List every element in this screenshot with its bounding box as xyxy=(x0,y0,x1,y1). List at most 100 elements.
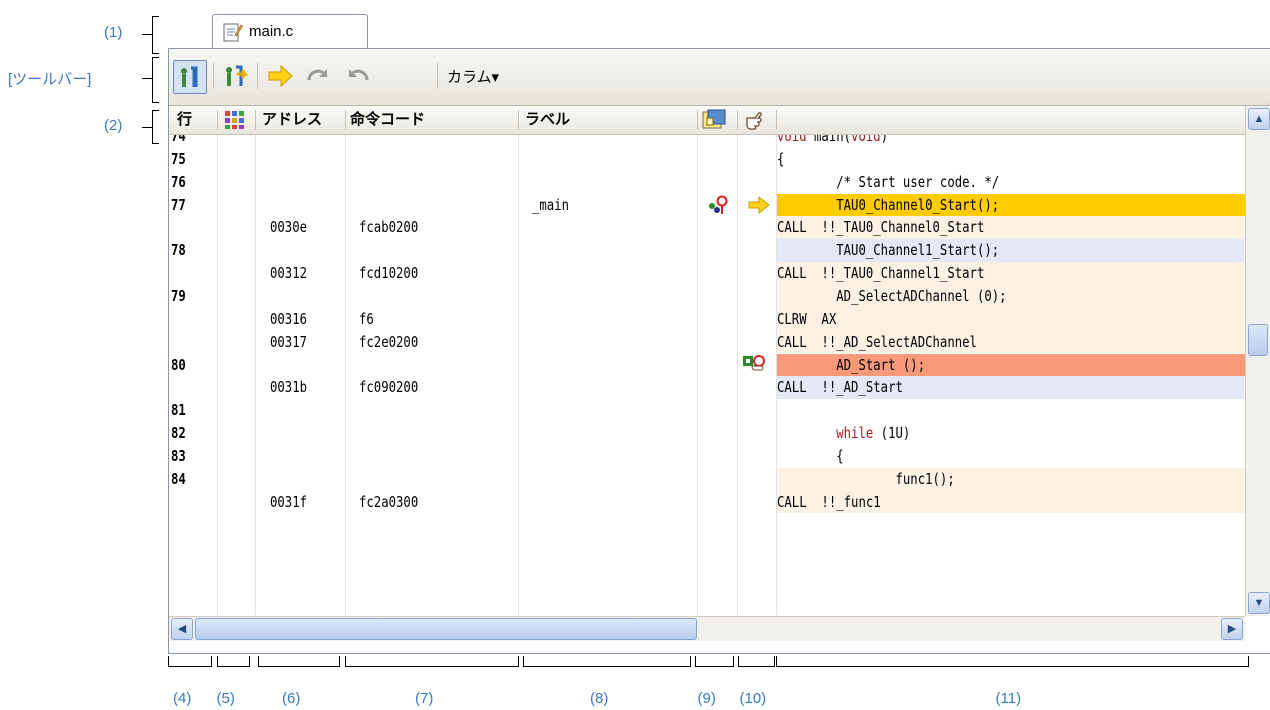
source-cell: { xyxy=(777,446,844,465)
header-line[interactable]: 行 xyxy=(177,106,192,134)
table-row[interactable]: 82 while (1U) xyxy=(169,422,1245,445)
header-divider[interactable] xyxy=(776,110,777,130)
instruction-code-cell: fc2a0300 xyxy=(359,492,419,511)
callout-toolbar: [ツールバー] xyxy=(8,71,92,88)
source-cell: TAU0_Channel0_Start(); xyxy=(777,195,1000,214)
line-number: 81 xyxy=(171,401,186,420)
header-divider[interactable] xyxy=(737,110,738,130)
vertical-scrollbar[interactable]: ▲ ▼ xyxy=(1245,106,1270,616)
source-cell: CALL !!_AD_SelectADChannel xyxy=(777,332,977,351)
scroll-right-button[interactable]: ▶ xyxy=(1221,618,1243,640)
breakpoint-hand-icon[interactable] xyxy=(741,352,769,380)
source-cell: CLRW AX xyxy=(777,309,837,328)
header-divider[interactable] xyxy=(697,110,698,130)
address-cell: 00317 xyxy=(270,332,308,351)
row-highlight xyxy=(777,307,1245,331)
callout-2: (2) xyxy=(104,117,123,134)
line-number: 74 xyxy=(171,135,186,145)
toolbar: カラム▾ xyxy=(169,49,1270,106)
source-cell: AD_SelectADChannel (0); xyxy=(777,286,1007,305)
scroll-down-button[interactable]: ▼ xyxy=(1248,592,1270,614)
source-display-button[interactable] xyxy=(219,60,251,92)
header-divider[interactable] xyxy=(518,110,519,130)
source-cell: while (1U) xyxy=(836,424,911,443)
line-number: 76 xyxy=(171,172,186,191)
table-row[interactable]: 0030e fcab0200 CALL !!_TAU0_Channel0_Start xyxy=(169,216,1245,240)
table-row[interactable]: 76 /* Start user code. */ xyxy=(169,171,1245,194)
table-row[interactable]: 78 TAU0_Channel1_Start(); xyxy=(169,239,1245,263)
table-row[interactable]: 00317 fc2e0200 CALL !!_AD_SelectADChannel xyxy=(169,330,1245,354)
scroll-up-button[interactable]: ▲ xyxy=(1248,108,1270,130)
table-row[interactable]: 84 func1(); xyxy=(169,467,1245,491)
table-row[interactable]: 75 { xyxy=(169,148,1245,171)
table-row[interactable]: 81 xyxy=(169,399,1245,422)
callout-bottom-label: (11) xyxy=(995,690,1022,707)
line-number: 80 xyxy=(171,355,186,374)
callout-bottom-label: (4) xyxy=(173,690,192,707)
header-code[interactable]: 命令コード xyxy=(350,106,425,134)
forward-button[interactable] xyxy=(303,60,335,92)
table-row[interactable]: 79 AD_SelectADChannel (0); xyxy=(169,284,1245,308)
source-cell: CALL !!_func1 xyxy=(777,492,881,511)
horizontal-scroll-thumb[interactable] xyxy=(195,618,697,640)
table-row[interactable]: 00312 fcd10200 CALL !!_TAU0_Channel1_Start xyxy=(169,262,1245,285)
header-addr-icon-cell[interactable] xyxy=(224,106,246,134)
address-cell: 00316 xyxy=(270,309,308,328)
line-number: 83 xyxy=(171,446,186,465)
label-cell: _main xyxy=(532,195,570,214)
table-row[interactable]: 00316 f6 CLRW AX xyxy=(169,307,1245,331)
header-divider[interactable] xyxy=(255,110,256,130)
back-button[interactable] xyxy=(341,60,373,92)
tab-main-c[interactable]: main.c xyxy=(212,14,368,49)
table-row[interactable]: 80 AD_Start (); xyxy=(169,352,1245,380)
line-number: 82 xyxy=(171,424,186,443)
source-cell: CALL !!_TAU0_Channel1_Start xyxy=(777,264,985,283)
callout-bottom-label: (8) xyxy=(590,690,609,707)
source-cell: /* Start user code. */ xyxy=(777,172,1000,191)
source-cell: CALL !!_AD_Start xyxy=(777,378,903,397)
line-number: 78 xyxy=(171,241,186,260)
toolbar-separator xyxy=(213,63,214,89)
column-menu-button[interactable]: カラム▾ xyxy=(447,66,499,87)
redo-icon xyxy=(307,69,328,81)
callout-bottom-label: (6) xyxy=(282,690,301,707)
address-cell: 0031f xyxy=(270,492,308,511)
source-cell: void main(void) xyxy=(777,135,888,148)
callout-bottom-label: (7) xyxy=(415,690,434,707)
line-number: 84 xyxy=(171,469,186,488)
horizontal-scrollbar[interactable]: ◀ ▶ xyxy=(169,616,1245,641)
callout-bottom-label: (9) xyxy=(697,690,716,707)
table-row[interactable]: 74 void main(void) xyxy=(169,135,1245,148)
line-number: 75 xyxy=(171,149,186,168)
arrow-right-icon xyxy=(268,64,293,88)
scroll-left-button[interactable]: ◀ xyxy=(171,618,193,640)
instruction-code-cell: f6 xyxy=(359,309,374,328)
source-cell: CALL !!_TAU0_Channel0_Start xyxy=(777,218,985,237)
instruction-code-cell: fc2e0200 xyxy=(359,332,419,351)
address-cell: 0030e xyxy=(270,218,308,237)
source-cell: func1(); xyxy=(777,469,955,488)
table-row[interactable]: 0031b fc090200 CALL !!_AD_Start xyxy=(169,376,1245,400)
vertical-scroll-thumb[interactable] xyxy=(1248,324,1268,356)
line-number: 77 xyxy=(171,195,186,214)
header-divider[interactable] xyxy=(345,110,346,130)
column-header: 行 アドレス 命令コード ラベル xyxy=(169,106,1245,135)
mixed-display-button[interactable] xyxy=(173,60,207,94)
pointing-hand-icon xyxy=(746,112,762,130)
header-label[interactable]: ラベル xyxy=(525,106,570,134)
header-divider[interactable] xyxy=(217,110,218,130)
source-cell: AD_Start (); xyxy=(777,355,926,374)
table-row[interactable]: 77 _main TAU0_Channel0_Start(); xyxy=(169,193,1245,217)
table-row[interactable]: 0031f fc2a0300 CALL !!_func1 xyxy=(169,490,1245,514)
callout-bottom-label: (5) xyxy=(216,690,235,707)
header-address[interactable]: アドレス xyxy=(262,106,322,134)
header-event-icon-cell[interactable] xyxy=(702,106,726,134)
go-to-pc-button[interactable] xyxy=(265,60,297,92)
header-pc-icon-cell[interactable] xyxy=(745,106,767,134)
callout-1: (1) xyxy=(104,24,123,41)
keyword: while xyxy=(836,424,874,443)
toolbar-separator xyxy=(437,63,438,89)
table-row[interactable]: 83 { xyxy=(169,445,1245,468)
event-icon xyxy=(702,109,726,129)
tab-label: main.c xyxy=(249,23,294,40)
